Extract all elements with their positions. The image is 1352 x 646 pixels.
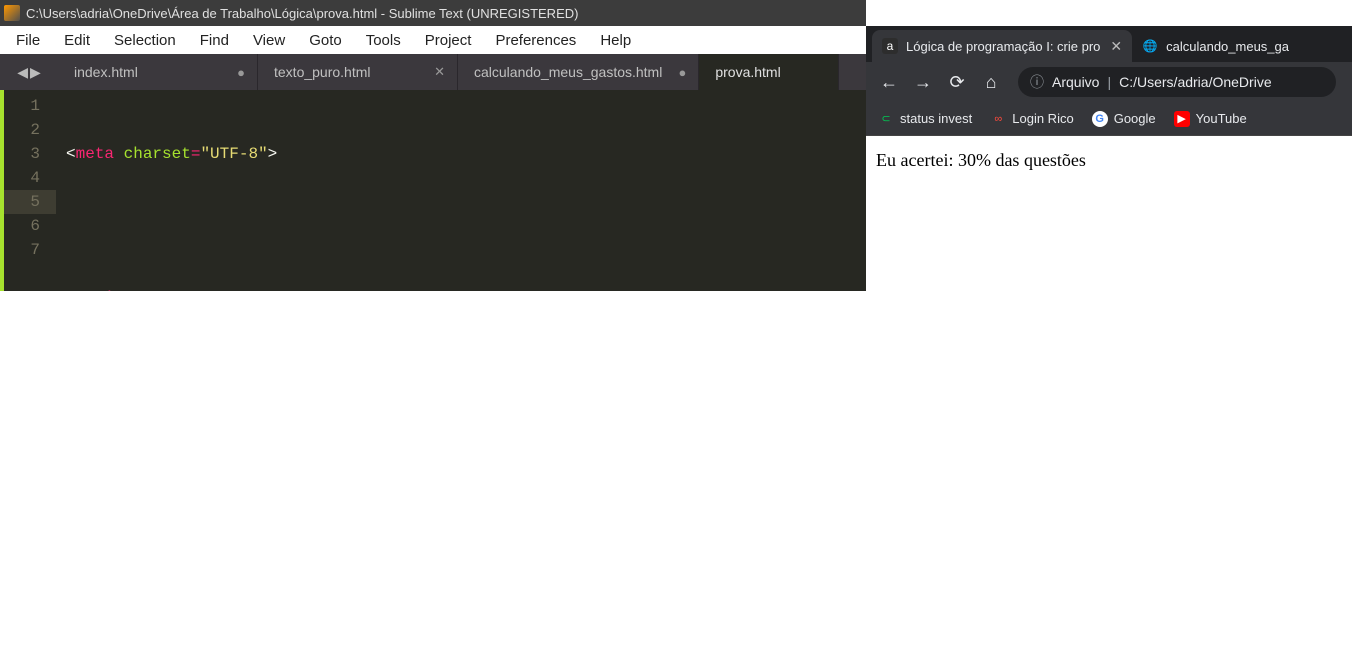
address-bar[interactable]: ⓘ Arquivo | C:/Users/adria/OneDrive bbox=[1018, 67, 1336, 97]
bookmark-login-rico[interactable]: ∞ Login Rico bbox=[990, 111, 1073, 127]
browser-tabs: a Lógica de programação I: crie pro ✕ 🌐 … bbox=[866, 26, 1352, 62]
tab-texto-puro[interactable]: texto_puro.html ✕ bbox=[258, 54, 458, 90]
tab-prova-html[interactable]: prova.html bbox=[699, 54, 839, 90]
tab-label: texto_puro.html bbox=[274, 64, 371, 80]
sublime-logo-icon bbox=[4, 5, 20, 21]
line-number: 5 bbox=[2, 190, 56, 214]
editor-tabs-row: ◀ ▶ index.html ● texto_puro.html ✕ calcu… bbox=[0, 54, 866, 90]
page-output-text: Eu acertei: 30% das questões bbox=[876, 150, 1086, 170]
line-number: 4 bbox=[2, 166, 40, 190]
home-button[interactable]: ⌂ bbox=[976, 67, 1006, 97]
menu-tools[interactable]: Tools bbox=[356, 28, 411, 53]
line-number: 3 bbox=[2, 142, 40, 166]
browser-tab-label: calculando_meus_ga bbox=[1166, 39, 1289, 54]
browser-tab-label: Lógica de programação I: crie pro bbox=[906, 39, 1100, 54]
bookmark-icon: ▶ bbox=[1174, 111, 1190, 127]
bookmark-google[interactable]: G Google bbox=[1092, 111, 1156, 127]
menu-goto[interactable]: Goto bbox=[299, 28, 352, 53]
menu-help[interactable]: Help bbox=[590, 28, 641, 53]
close-icon[interactable]: ✕ bbox=[434, 64, 445, 80]
favicon-icon: a bbox=[882, 38, 898, 54]
code-line bbox=[66, 214, 856, 238]
menubar: File Edit Selection Find View Goto Tools… bbox=[0, 26, 866, 54]
line-gutter: 1 2 3 4 5 6 7 bbox=[0, 90, 56, 291]
url-path: C:/Users/adria/OneDrive bbox=[1119, 74, 1272, 90]
reload-button[interactable]: ⟳ bbox=[942, 67, 972, 97]
bookmark-icon: G bbox=[1092, 111, 1108, 127]
tab-calculando-gastos[interactable]: calculando_meus_gastos.html ● bbox=[458, 54, 699, 90]
menu-selection[interactable]: Selection bbox=[104, 28, 186, 53]
dirty-indicator-icon: ● bbox=[678, 65, 686, 80]
bookmark-youtube[interactable]: ▶ YouTube bbox=[1174, 111, 1247, 127]
bookmark-status-invest[interactable]: ⊂ status invest bbox=[878, 111, 972, 127]
bookmark-icon: ⊂ bbox=[878, 111, 894, 127]
tab-prev-icon[interactable]: ◀ bbox=[17, 64, 28, 81]
code-area[interactable]: <meta charset="UTF-8"> <script> document… bbox=[56, 90, 866, 291]
bookmarks-bar: ⊂ status invest ∞ Login Rico G Google ▶ … bbox=[866, 102, 1352, 136]
line-number: 7 bbox=[2, 238, 40, 262]
code-line: <meta charset="UTF-8"> bbox=[66, 142, 856, 166]
tab-index-html[interactable]: index.html ● bbox=[58, 54, 258, 90]
bookmark-label: YouTube bbox=[1196, 111, 1247, 126]
line-number: 6 bbox=[2, 214, 40, 238]
browser-tab-logica[interactable]: a Lógica de programação I: crie pro ✕ bbox=[872, 30, 1132, 62]
tab-nav-arrows[interactable]: ◀ ▶ bbox=[0, 54, 58, 90]
chrome-top-spacer bbox=[866, 0, 1352, 26]
menu-project[interactable]: Project bbox=[415, 28, 482, 53]
line-number: 1 bbox=[2, 94, 40, 118]
back-button[interactable]: ← bbox=[874, 67, 904, 97]
info-icon[interactable]: ⓘ bbox=[1030, 72, 1044, 92]
browser-toolbar: ← → ⟳ ⌂ ⓘ Arquivo | C:/Users/adria/OneDr… bbox=[866, 62, 1352, 102]
menu-edit[interactable]: Edit bbox=[54, 28, 100, 53]
menu-preferences[interactable]: Preferences bbox=[485, 28, 586, 53]
menu-file[interactable]: File bbox=[6, 28, 50, 53]
tab-label: prova.html bbox=[715, 64, 780, 80]
sublime-text-window: C:\Users\adria\OneDrive\Área de Trabalho… bbox=[0, 0, 866, 624]
tab-next-icon[interactable]: ▶ bbox=[30, 64, 41, 81]
browser-tab-calculando[interactable]: 🌐 calculando_meus_ga bbox=[1132, 30, 1299, 62]
page-content: Eu acertei: 30% das questões bbox=[866, 136, 1352, 624]
bookmark-label: Google bbox=[1114, 111, 1156, 126]
bookmark-icon: ∞ bbox=[990, 111, 1006, 127]
code-editor[interactable]: 1 2 3 4 5 6 7 <meta charset="UTF-8"> <sc… bbox=[0, 90, 866, 291]
tab-label: calculando_meus_gastos.html bbox=[474, 64, 662, 80]
menu-view[interactable]: View bbox=[243, 28, 295, 53]
blank-area bbox=[0, 291, 866, 624]
globe-icon: 🌐 bbox=[1142, 38, 1158, 54]
forward-button[interactable]: → bbox=[908, 67, 938, 97]
url-scheme-label: Arquivo bbox=[1052, 74, 1099, 90]
dirty-indicator-icon: ● bbox=[237, 65, 245, 80]
bookmark-label: status invest bbox=[900, 111, 972, 126]
tab-label: index.html bbox=[74, 64, 138, 80]
chrome-window: a Lógica de programação I: crie pro ✕ 🌐 … bbox=[866, 0, 1352, 624]
line-number: 2 bbox=[2, 118, 40, 142]
window-title: C:\Users\adria\OneDrive\Área de Trabalho… bbox=[26, 6, 578, 21]
url-separator: | bbox=[1107, 74, 1111, 90]
close-icon[interactable]: ✕ bbox=[1110, 38, 1122, 55]
window-titlebar: C:\Users\adria\OneDrive\Área de Trabalho… bbox=[0, 0, 866, 26]
bookmark-label: Login Rico bbox=[1012, 111, 1073, 126]
menu-find[interactable]: Find bbox=[190, 28, 239, 53]
